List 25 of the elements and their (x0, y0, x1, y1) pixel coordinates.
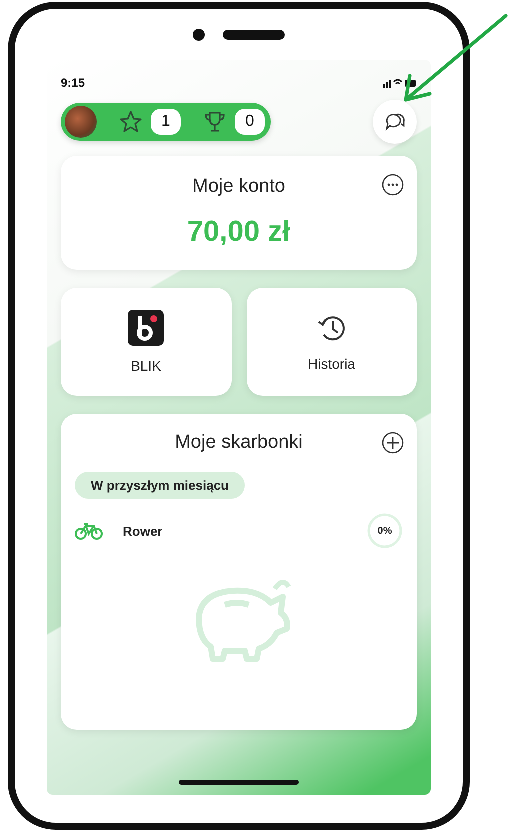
account-card[interactable]: Moje konto 70,00 zł (61, 156, 417, 270)
trophies-count: 0 (235, 109, 265, 135)
trophy-icon (203, 110, 227, 134)
savings-goal-row[interactable]: Rower 0% (75, 513, 403, 549)
stars-count: 1 (151, 109, 181, 135)
goal-name: Rower (123, 524, 164, 538)
more-icon[interactable] (382, 174, 404, 196)
speaker-slot (223, 30, 285, 40)
chat-button[interactable] (373, 100, 417, 144)
star-icon (119, 110, 143, 134)
bicycle-icon (75, 522, 103, 540)
goal-percent: 0% (378, 526, 392, 536)
add-icon[interactable] (382, 432, 404, 454)
avatar (65, 106, 97, 138)
savings-title: Moje skarbonki (175, 432, 303, 454)
status-time: 9:15 (61, 76, 86, 90)
rewards-bar[interactable]: 1 0 (61, 103, 271, 141)
group-chip: W przyszłym miesiącu (75, 472, 245, 499)
camera-dot (193, 28, 205, 40)
account-title: Moje konto (192, 176, 286, 198)
account-balance: 70,00 zł (187, 216, 291, 249)
blik-tile[interactable]: BLIK (61, 288, 232, 396)
status-icons (383, 78, 417, 88)
history-tile[interactable]: Historia (246, 288, 417, 396)
blik-logo-icon (128, 310, 164, 346)
